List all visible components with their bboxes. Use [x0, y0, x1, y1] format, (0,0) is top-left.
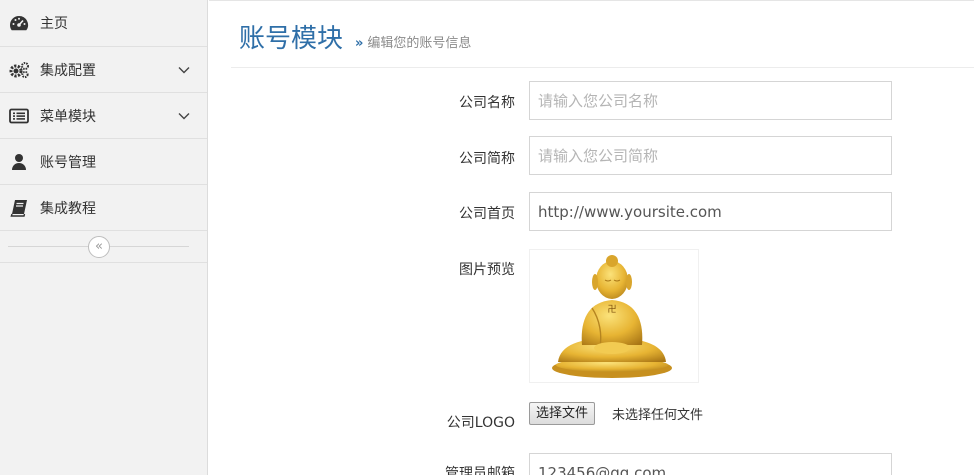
divider — [231, 67, 974, 68]
page-title: 账号模块 — [239, 24, 344, 54]
sidebar-item-menu-module[interactable]: 菜单模块 — [0, 93, 207, 139]
sidebar-item-label: 菜单模块 — [40, 108, 96, 125]
sidebar-item-label: 集成配置 — [40, 62, 96, 79]
sidebar-item-tutorial[interactable]: 集成教程 — [0, 185, 207, 231]
svg-text:卍: 卍 — [607, 304, 616, 315]
double-chevron-right-icon: » — [355, 36, 364, 51]
sidebar-collapse-button[interactable]: « — [88, 236, 110, 258]
chevron-down-icon — [177, 63, 191, 77]
page-header: 账号模块 » 编辑您的账号信息 — [239, 18, 471, 55]
company-short-name-input[interactable] — [529, 136, 892, 175]
choose-file-button[interactable]: 选择文件 — [529, 402, 596, 425]
chevron-down-icon — [177, 109, 191, 123]
main-content: 账号模块 »编辑您的账号信息 公司名称 公司简称 公司首页 图片预览 — [209, 0, 974, 475]
image-preview-label: 图片预览 — [459, 262, 515, 278]
sidebar-item-integration-config[interactable]: 集成配置 — [0, 47, 207, 93]
sidebar-item-account[interactable]: 账号管理 — [0, 139, 207, 185]
gears-icon — [8, 59, 30, 81]
company-name-input[interactable] — [529, 81, 892, 120]
company-logo-label: 公司LOGO — [446, 415, 515, 431]
logo-preview-image: 卍 — [529, 249, 699, 383]
sidebar-item-label: 集成教程 — [40, 200, 96, 217]
app: 主页 集成配置 菜单模块 账号管理 集成教程 « 账号模块 » 编辑您的账号信息… — [0, 0, 974, 475]
sidebar-item-label: 主页 — [40, 16, 68, 32]
sidebar: 主页 集成配置 菜单模块 账号管理 集成教程 « — [0, 0, 208, 475]
admin-email-label: 管理员邮箱 — [445, 466, 515, 475]
dashboard-icon — [8, 12, 30, 34]
admin-email-input[interactable] — [529, 453, 892, 475]
page-subtitle-text: 编辑您的账号信息 — [367, 36, 472, 51]
sidebar-collapse-row: « — [0, 231, 207, 263]
buddha-statue-image: 卍 — [552, 255, 672, 378]
sidebar-item-label: 账号管理 — [40, 154, 96, 171]
sidebar-item-home[interactable]: 主页 — [0, 0, 207, 47]
homepage-input[interactable] — [529, 192, 892, 231]
book-icon — [8, 197, 30, 219]
homepage-label: 公司首页 — [459, 206, 515, 222]
file-status-text: 未选择任何文件 — [612, 408, 704, 423]
company-name-label: 公司名称 — [459, 95, 515, 111]
divider — [209, 0, 974, 1]
user-icon — [8, 151, 30, 173]
company-short-name-label: 公司简称 — [459, 151, 515, 167]
page-subtitle: » 编辑您的账号信息 — [355, 32, 471, 51]
list-icon — [8, 105, 30, 127]
